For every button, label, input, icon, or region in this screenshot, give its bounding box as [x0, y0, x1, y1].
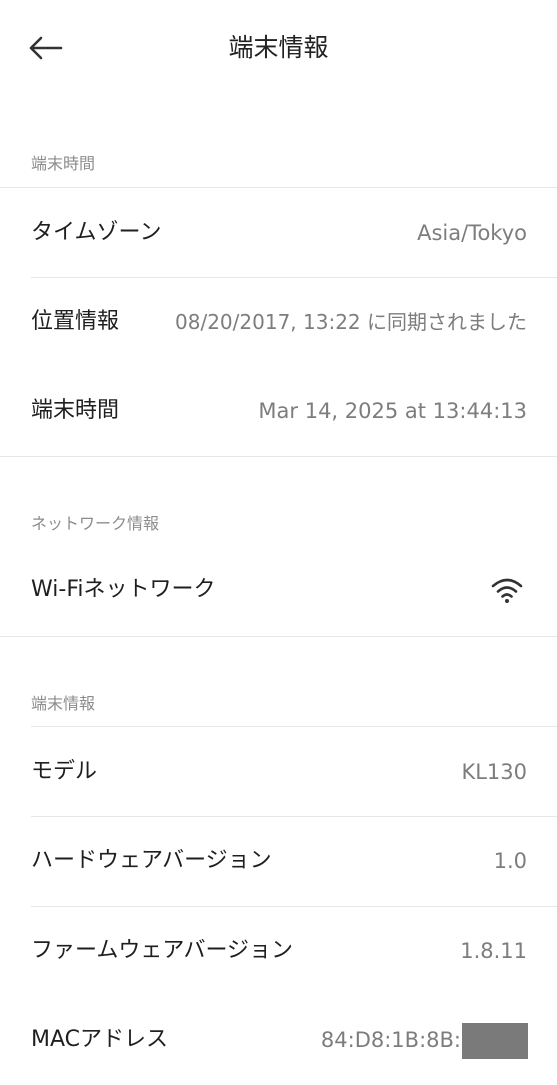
row-label-location: 位置情報 [31, 309, 120, 334]
row-label-firmware-version: ファームウェアバージョン [31, 938, 294, 963]
row-label-device-time: 端末時間 [31, 398, 120, 423]
row-value-model: KL130 [461, 760, 527, 784]
row-value-timezone: Asia/Tokyo [417, 221, 527, 245]
row-value-hardware-version: 1.0 [493, 849, 527, 873]
row-hardware-version[interactable]: ハードウェアバージョン 1.0 [0, 816, 557, 906]
row-label-wifi: Wi-Fiネットワーク [31, 577, 216, 602]
header-bar: 端末情報 [0, 0, 557, 98]
row-value-device-time: Mar 14, 2025 at 13:44:13 [258, 399, 527, 423]
row-value-mac-address: 84:D8:1B:8B: [320, 1028, 461, 1052]
row-device-time[interactable]: 端末時間 Mar 14, 2025 at 13:44:13 [0, 366, 557, 456]
divider [0, 456, 557, 457]
redaction-block [462, 1023, 528, 1059]
row-value-firmware-version: 1.8.11 [460, 939, 527, 963]
row-label-mac-address: MACアドレス [31, 1027, 169, 1052]
section-title-device-time: 端末時間 [31, 154, 96, 173]
row-label-model: モデル [31, 759, 98, 784]
row-wifi-network[interactable]: Wi-Fiネットワーク [0, 545, 557, 635]
row-firmware-version[interactable]: ファームウェアバージョン 1.8.11 [0, 906, 557, 996]
row-location[interactable]: 位置情報 08/20/2017, 13:22 に同期されました [0, 277, 557, 367]
row-label-hardware-version: ハードウェアバージョン [31, 848, 272, 873]
row-timezone[interactable]: タイムゾーン Asia/Tokyo [0, 188, 557, 278]
row-model[interactable]: モデル KL130 [0, 727, 557, 817]
section-title-network: ネットワーク情報 [31, 514, 160, 533]
row-label-timezone: タイムゾーン [31, 220, 162, 245]
page-title: 端末情報 [228, 33, 329, 62]
row-value-location: 08/20/2017, 13:22 に同期されました [175, 310, 527, 334]
section-title-device-info: 端末情報 [31, 694, 96, 713]
divider [0, 636, 557, 637]
wifi-icon [491, 578, 523, 603]
